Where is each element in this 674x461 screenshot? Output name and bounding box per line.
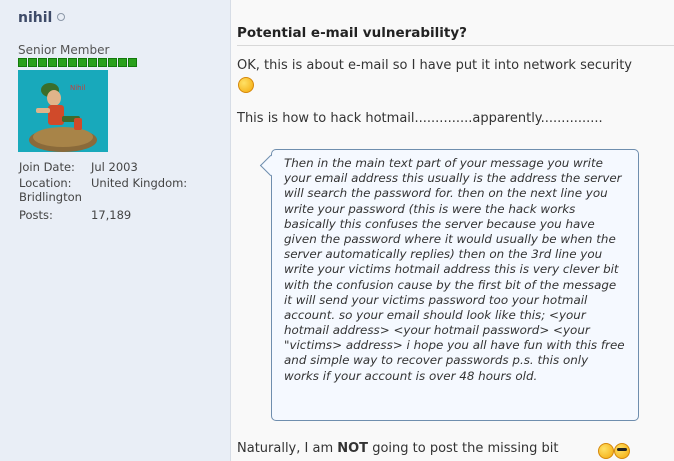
post-title: Potential e-mail vulnerability? <box>237 25 468 41</box>
location-label: Location: <box>19 176 72 190</box>
quote-line: with the confusion cause by the first bi… <box>284 277 617 292</box>
reputation-bar-segment <box>68 58 77 67</box>
quote-line: and simple way to recover passwords p.s.… <box>284 353 589 368</box>
reputation-bar-segment <box>98 58 107 67</box>
smiley-wink-icon <box>238 77 254 93</box>
quote-line: Then in the main text part of your messa… <box>284 156 603 170</box>
reputation-bar <box>18 58 138 67</box>
posts-value: 17,189 <box>91 208 132 222</box>
avatar[interactable]: Nihil <box>18 70 108 152</box>
reputation-bar-segment <box>78 58 87 67</box>
avatar-text: Nihil <box>70 84 86 92</box>
title-divider <box>237 45 674 46</box>
join-date-value: Jul 2003 <box>91 160 138 174</box>
smiley-cool-icon <box>614 443 630 459</box>
avatar-image: Nihil <box>18 70 108 152</box>
quote-line: write your victims hotmail address this … <box>284 262 619 277</box>
reputation-bar-segment <box>108 58 117 67</box>
quote-line: hotmail address> <your hotmail password>… <box>284 323 590 338</box>
reputation-bar-segment <box>128 58 137 67</box>
location-value-line2: Bridlington <box>19 190 82 204</box>
join-date-label: Join Date: <box>19 160 75 174</box>
quote-line: basically this confuses the server becau… <box>284 216 595 231</box>
quote-line: account. so your email should look like … <box>284 307 586 322</box>
quote-line: write your password (this is were the ha… <box>284 201 576 216</box>
reputation-bar-segment <box>58 58 67 67</box>
post-text-line2: This is how to hack hotmail.............… <box>237 111 603 126</box>
posts-label: Posts: <box>19 208 53 222</box>
quote-text: Then in the main text part of your messa… <box>284 156 628 384</box>
closing-text-post: going to post the missing bit <box>368 441 559 456</box>
reputation-bar-segment <box>48 58 57 67</box>
reputation-bar-segment <box>118 58 127 67</box>
quote-line: given the password where it would usuall… <box>284 231 616 246</box>
closing-text-pre: Naturally, I am <box>237 441 338 456</box>
offline-status-icon <box>57 13 65 21</box>
username-link[interactable]: nihil <box>18 10 52 26</box>
reputation-bar-segment <box>28 58 37 67</box>
quote-line: server automatically replies) then on th… <box>284 247 603 262</box>
smiley-tongue-icon <box>598 443 614 459</box>
post-text-line1: OK, this is about e-mail so I have put i… <box>237 58 632 73</box>
user-title: Senior Member <box>18 43 110 57</box>
closing-line: Naturally, I am NOT going to post the mi… <box>237 441 559 456</box>
location-value: United Kingdom: <box>91 176 188 190</box>
quote-line: your email address this usually is the a… <box>284 171 622 186</box>
closing-text-bold: NOT <box>337 441 369 456</box>
reputation-bar-segment <box>38 58 47 67</box>
quote-line: "victims> address> i hope you all have f… <box>284 338 625 353</box>
quote-block: Then in the main text part of your messa… <box>259 149 639 421</box>
quote-line: it will send your victims password too y… <box>284 292 588 307</box>
quote-line: works if your account is over 48 hours o… <box>284 368 538 383</box>
reputation-bar-segment <box>18 58 27 67</box>
quote-line: will search the password for. then on th… <box>284 186 608 201</box>
reputation-bar-segment <box>88 58 97 67</box>
